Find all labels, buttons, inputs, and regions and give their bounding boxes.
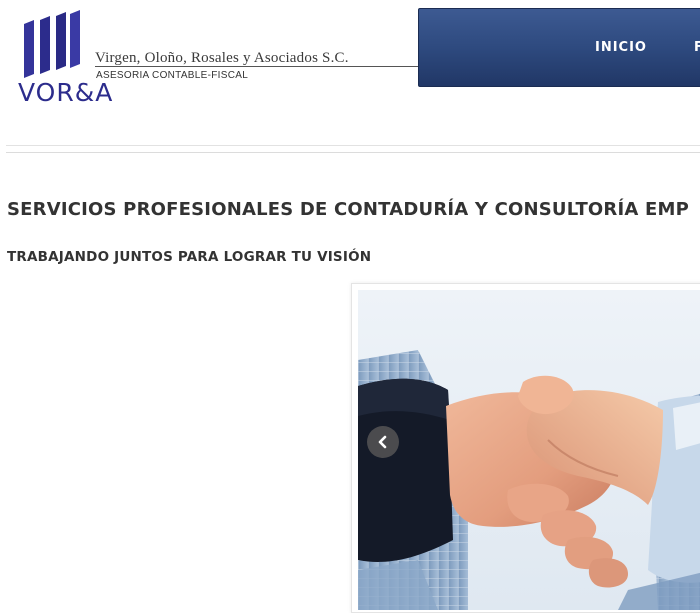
header-divider-shadow [6,152,700,153]
vora-logo-icon [24,10,80,78]
nav-item-inicio[interactable]: INICIO [595,40,647,55]
nav-item-truncated[interactable]: F [694,40,700,55]
chevron-left-icon [378,435,387,449]
company-tagline: ASESORIA CONTABLE-FISCAL [96,70,249,81]
logo-abbreviation: VOR&A [18,78,114,107]
slider-prev-button[interactable] [367,426,399,458]
page-title: SERVICIOS PROFESIONALES DE CONTADURÍA Y … [7,199,689,220]
company-name: Virgen, Oloño, Rosales y Asociados S.C. [95,50,349,66]
logo-divider [95,66,420,67]
header-divider [6,145,700,146]
handshake-photo [358,290,700,610]
main-navigation: INICIO F [418,8,700,87]
image-slider [351,283,700,613]
page-subtitle: TRABAJANDO JUNTOS PARA LOGRAR TU VISIÓN [7,249,372,265]
